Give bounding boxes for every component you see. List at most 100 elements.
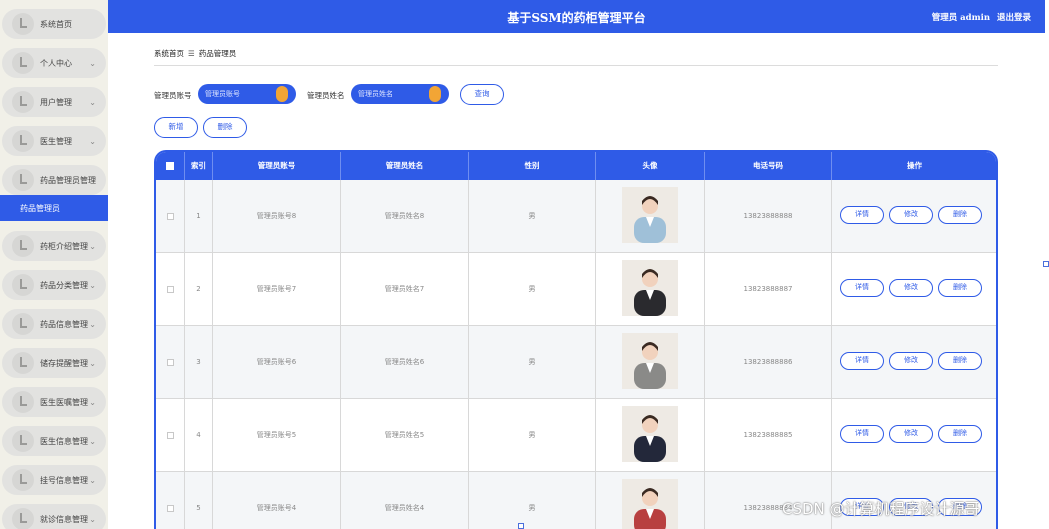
- row-checkbox[interactable]: [156, 180, 185, 253]
- account-search-label: 管理员账号: [154, 91, 192, 100]
- chevron-down-icon: ⌄: [89, 436, 96, 446]
- delete-row-button[interactable]: 删除: [938, 206, 982, 224]
- sidebar-item[interactable]: 就诊信息管理 ⌄: [2, 504, 106, 529]
- app-title: 基于SSM的药柜管理平台: [507, 11, 646, 25]
- sidebar-subitem-label: 药品管理员: [20, 204, 60, 213]
- table-cell-name: 管理员姓名8: [341, 180, 469, 253]
- row-checkbox[interactable]: [156, 399, 185, 472]
- name-search-input[interactable]: 管理员姓名: [351, 84, 449, 104]
- clock-icon: [12, 313, 34, 335]
- breadcrumb-current: 药品管理员: [198, 49, 237, 58]
- detail-button[interactable]: 详情: [840, 352, 884, 370]
- sidebar-item-label: 用户管理: [40, 97, 72, 107]
- table-cell-gender: 男: [469, 253, 596, 326]
- row-checkbox[interactable]: [156, 253, 185, 326]
- logout-link[interactable]: 退出登录: [997, 13, 1031, 23]
- operations-cell: 详情 修改 删除: [832, 326, 996, 399]
- admin-table: 索引 管理员账号 管理员姓名 性别 头像 电话号码 操作 1 管理员账号8 管理员姓名8 男 138…: [154, 150, 998, 529]
- select-all-checkbox[interactable]: [156, 152, 185, 180]
- operations-cell: 详情 修改 删除: [832, 399, 996, 472]
- sidebar-item[interactable]: 系统首页: [2, 9, 106, 39]
- detail-button[interactable]: 详情: [840, 206, 884, 224]
- query-button[interactable]: 查询: [460, 84, 504, 105]
- clock-icon: [12, 13, 34, 35]
- sidebar-item[interactable]: 医生医嘱管理 ⌄: [2, 387, 106, 417]
- checkbox-icon: [166, 504, 174, 512]
- sidebar-item[interactable]: 用户管理 ⌄: [2, 87, 106, 117]
- delete-row-button[interactable]: 删除: [938, 352, 982, 370]
- sidebar-item-label: 就诊信息管理: [40, 514, 88, 524]
- chevron-down-icon: ⌄: [89, 319, 96, 329]
- table-row: 1 管理员账号8 管理员姓名8 男 13823888888 详情 修改 删除: [156, 180, 996, 253]
- sidebar-item-label: 医生信息管理: [40, 436, 88, 446]
- delete-button[interactable]: 删除: [203, 117, 247, 138]
- sidebar-item[interactable]: 药品信息管理 ⌄: [2, 309, 106, 339]
- table-cell-gender: 男: [469, 180, 596, 253]
- add-button[interactable]: 新增: [154, 117, 198, 138]
- breadcrumb: 系统首页 ☰ 药品管理员: [154, 48, 236, 59]
- breadcrumb-separator-icon: ☰: [188, 49, 195, 58]
- edit-button[interactable]: 修改: [889, 279, 933, 297]
- sidebar-item[interactable]: 药柜介绍管理 ⌄: [2, 231, 106, 261]
- row-checkbox[interactable]: [156, 326, 185, 399]
- sidebar-item[interactable]: 个人中心 ⌄: [2, 48, 106, 78]
- table-cell-name: 管理员姓名5: [341, 399, 469, 472]
- chevron-down-icon: ⌄: [89, 241, 96, 251]
- sidebar-item-label: 个人中心: [40, 58, 72, 68]
- table-cell-phone: 13823888886: [705, 326, 832, 399]
- avatar-cell: [596, 399, 705, 472]
- edit-button[interactable]: 修改: [889, 425, 933, 443]
- sidebar-item[interactable]: 储存提醒管理 ⌄: [2, 348, 106, 378]
- app-root: 系统首页 个人中心 ⌄ 用户管理 ⌄ 医生管理 ⌄ 药品管理员管理 ⌃ 药柜介绍管理 ⌄ 药品分类管理…: [0, 0, 1049, 529]
- sidebar-item-label: 医生管理: [40, 136, 72, 146]
- chevron-down-icon: ⌄: [89, 97, 96, 107]
- chevron-down-icon: ⌄: [89, 514, 96, 524]
- delete-row-button[interactable]: 删除: [938, 425, 982, 443]
- row-checkbox[interactable]: [156, 472, 185, 529]
- sidebar-item[interactable]: 药品分类管理 ⌄: [2, 270, 106, 300]
- account-search-placeholder: 管理员账号: [205, 90, 240, 98]
- column-header: 性别: [469, 152, 596, 180]
- account-search-input[interactable]: 管理员账号: [198, 84, 296, 104]
- table-cell-account: 管理员账号8: [213, 180, 341, 253]
- column-header: 管理员姓名: [341, 152, 469, 180]
- table-cell-index: 3: [185, 326, 213, 399]
- delete-row-button[interactable]: 删除: [938, 279, 982, 297]
- checkbox-icon: [166, 431, 174, 439]
- table-cell-name: 管理员姓名7: [341, 253, 469, 326]
- detail-button[interactable]: 详情: [840, 279, 884, 297]
- table-cell-account: 管理员账号4: [213, 472, 341, 529]
- resize-handle[interactable]: [1043, 261, 1049, 267]
- table-cell-gender: 男: [469, 399, 596, 472]
- operations-cell: 详情 修改 删除: [832, 253, 996, 326]
- sidebar-item[interactable]: 药品管理员管理 ⌃: [2, 165, 106, 195]
- detail-button[interactable]: 详情: [840, 425, 884, 443]
- edit-button[interactable]: 修改: [889, 206, 933, 224]
- table-cell-gender: 男: [469, 326, 596, 399]
- table-cell-phone: 13823888885: [705, 399, 832, 472]
- chevron-down-icon: ⌄: [89, 475, 96, 485]
- clock-icon: [12, 274, 34, 296]
- table-cell-index: 5: [185, 472, 213, 529]
- column-header: 电话号码: [705, 152, 832, 180]
- edit-button[interactable]: 修改: [889, 352, 933, 370]
- input-handle-icon: [429, 86, 441, 102]
- avatar-cell: [596, 326, 705, 399]
- breadcrumb-home[interactable]: 系统首页: [154, 49, 184, 58]
- table-cell-name: 管理员姓名4: [341, 472, 469, 529]
- sidebar-item[interactable]: 挂号信息管理 ⌄: [2, 465, 106, 495]
- avatar-cell: [596, 253, 705, 326]
- table-cell-phone: 13823888887: [705, 253, 832, 326]
- name-search-label: 管理员姓名: [307, 91, 345, 100]
- sidebar-subitem-active[interactable]: 药品管理员: [0, 195, 108, 221]
- sidebar-item[interactable]: 医生管理 ⌄: [2, 126, 106, 156]
- table-row: 4 管理员账号5 管理员姓名5 男 13823888885 详情 修改 删除: [156, 399, 996, 472]
- column-header: 索引: [185, 152, 213, 180]
- sidebar-item-label: 药品分类管理: [40, 280, 88, 290]
- table-cell-account: 管理员账号5: [213, 399, 341, 472]
- sidebar-item[interactable]: 医生信息管理 ⌄: [2, 426, 106, 456]
- resize-handle[interactable]: [518, 523, 524, 529]
- checkbox-icon: [166, 285, 174, 293]
- checkbox-icon: [166, 162, 174, 170]
- chevron-down-icon: ⌄: [89, 358, 96, 368]
